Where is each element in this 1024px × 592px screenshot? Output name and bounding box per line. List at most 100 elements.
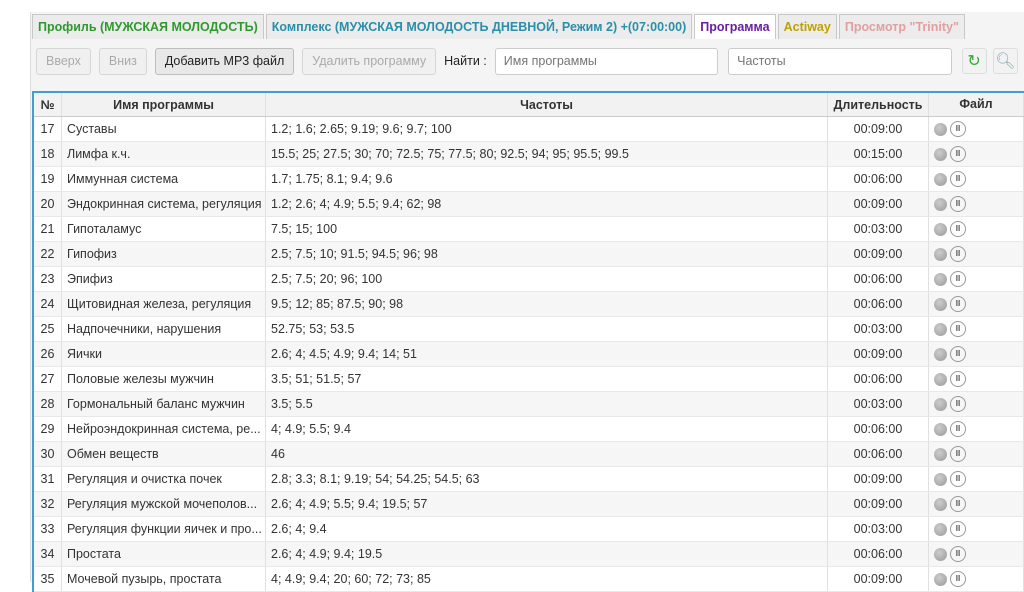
record-icon[interactable] bbox=[934, 347, 947, 361]
pause-icon[interactable]: II bbox=[950, 346, 966, 362]
delete-program-button[interactable]: Удалить программу bbox=[302, 47, 437, 75]
frequencies: 3.5; 51; 51.5; 57 bbox=[266, 367, 828, 391]
table-row[interactable]: 18 Лимфа к.ч. 15.5; 25; 27.5; 30; 70; 72… bbox=[34, 142, 1024, 167]
table-row[interactable]: 23 Эпифиз 2.5; 7.5; 20; 96; 100 00:06:00… bbox=[34, 267, 1024, 292]
program-name: Нейроэндокринная система, ре... bbox=[62, 417, 266, 441]
move-up-button[interactable]: Вверх bbox=[36, 47, 91, 75]
tab-actiway[interactable]: Actiway bbox=[777, 14, 837, 39]
table-row[interactable]: 25 Надпочечники, нарушения 52.75; 53; 53… bbox=[34, 317, 1024, 342]
table-row[interactable]: 35 Мочевой пузырь, простата 4; 4.9; 9.4;… bbox=[34, 567, 1024, 592]
table-row[interactable]: 34 Простата 2.6; 4; 4.9; 9.4; 19.5 00:06… bbox=[34, 542, 1024, 567]
tab-bar: Профиль (МУЖСКАЯ МОЛОДОСТЬ) Комплекс (МУ… bbox=[32, 14, 967, 39]
table-row[interactable]: 30 Обмен веществ 46 00:06:00 II bbox=[34, 442, 1024, 467]
column-header-number[interactable]: № bbox=[34, 93, 62, 116]
record-icon[interactable] bbox=[934, 397, 947, 411]
record-icon[interactable] bbox=[934, 497, 947, 511]
tab-program[interactable]: Программа bbox=[694, 14, 776, 39]
row-number: 19 bbox=[34, 167, 62, 191]
duration: 00:06:00 bbox=[828, 367, 929, 391]
table-row[interactable]: 20 Эндокринная система, регуляция 1.2; 2… bbox=[34, 192, 1024, 217]
column-header-frequencies[interactable]: Частоты bbox=[266, 93, 828, 116]
pause-icon[interactable]: II bbox=[950, 121, 966, 137]
pause-icon[interactable]: II bbox=[950, 171, 966, 187]
tab-complex[interactable]: Комплекс (МУЖСКАЯ МОЛОДОСТЬ ДНЕВНОЙ, Реж… bbox=[265, 14, 693, 39]
pause-icon[interactable]: II bbox=[950, 321, 966, 337]
table-row[interactable]: 17 Суставы 1.2; 1.6; 2.65; 9.19; 9.6; 9.… bbox=[34, 117, 1024, 142]
row-number: 24 bbox=[34, 292, 62, 316]
pause-icon[interactable]: II bbox=[950, 496, 966, 512]
record-icon[interactable] bbox=[934, 372, 947, 386]
record-icon[interactable] bbox=[934, 447, 947, 461]
program-name: Регуляция функции яичек и про... bbox=[62, 517, 266, 541]
pause-icon[interactable]: II bbox=[950, 446, 966, 462]
pause-icon[interactable]: II bbox=[950, 271, 966, 287]
table-row[interactable]: 29 Нейроэндокринная система, ре... 4; 4.… bbox=[34, 417, 1024, 442]
column-header-name[interactable]: Имя программы bbox=[62, 93, 266, 116]
record-icon[interactable] bbox=[934, 422, 947, 436]
pause-icon[interactable]: II bbox=[950, 521, 966, 537]
table-row[interactable]: 33 Регуляция функции яичек и про... 2.6;… bbox=[34, 517, 1024, 542]
table-row[interactable]: 24 Щитовидная железа, регуляция 9.5; 12;… bbox=[34, 292, 1024, 317]
duration: 00:03:00 bbox=[828, 317, 929, 341]
add-mp3-button[interactable]: Добавить MP3 файл bbox=[154, 47, 295, 75]
record-icon[interactable] bbox=[934, 322, 947, 336]
tab-trinity[interactable]: Просмотр "Trinity" bbox=[838, 14, 965, 39]
search-icon[interactable]: 🔍︎ bbox=[992, 48, 1018, 74]
frequencies: 4; 4.9; 9.4; 20; 60; 72; 73; 85 bbox=[266, 567, 828, 591]
record-icon[interactable] bbox=[934, 472, 947, 486]
record-icon[interactable] bbox=[934, 222, 947, 236]
table-row[interactable]: 26 Яички 2.6; 4; 4.5; 4.9; 9.4; 14; 51 0… bbox=[34, 342, 1024, 367]
table-row[interactable]: 31 Регуляция и очистка почек 2.8; 3.3; 8… bbox=[34, 467, 1024, 492]
table-row[interactable]: 19 Иммунная система 1.7; 1.75; 8.1; 9.4;… bbox=[34, 167, 1024, 192]
duration: 00:03:00 bbox=[828, 217, 929, 241]
pause-icon[interactable]: II bbox=[950, 396, 966, 412]
record-icon[interactable] bbox=[934, 172, 947, 186]
table-row[interactable]: 28 Гормональный баланс мужчин 3.5; 5.5 0… bbox=[34, 392, 1024, 417]
frequencies: 2.6; 4; 4.5; 4.9; 9.4; 14; 51 bbox=[266, 342, 828, 366]
pause-icon[interactable]: II bbox=[950, 471, 966, 487]
record-icon[interactable] bbox=[934, 297, 947, 311]
row-number: 29 bbox=[34, 417, 62, 441]
record-icon[interactable] bbox=[934, 547, 947, 561]
pause-icon[interactable]: II bbox=[950, 221, 966, 237]
record-icon[interactable] bbox=[934, 272, 947, 286]
record-icon[interactable] bbox=[934, 522, 947, 536]
program-name: Регуляция и очистка почек bbox=[62, 467, 266, 491]
record-icon[interactable] bbox=[934, 247, 947, 261]
move-down-button[interactable]: Вниз bbox=[98, 47, 147, 75]
record-icon[interactable] bbox=[934, 122, 947, 136]
frequencies: 15.5; 25; 27.5; 30; 70; 72.5; 75; 77.5; … bbox=[266, 142, 828, 166]
pause-icon[interactable]: II bbox=[950, 296, 966, 312]
pause-icon[interactable]: II bbox=[950, 146, 966, 162]
record-icon[interactable] bbox=[934, 147, 947, 161]
pause-icon[interactable]: II bbox=[950, 421, 966, 437]
program-name: Лимфа к.ч. bbox=[62, 142, 266, 166]
duration: 00:09:00 bbox=[828, 342, 929, 366]
duration: 00:09:00 bbox=[828, 492, 929, 516]
table-row[interactable]: 32 Регуляция мужской мочеполов... 2.6; 4… bbox=[34, 492, 1024, 517]
table-row[interactable]: 27 Половые железы мужчин 3.5; 51; 51.5; … bbox=[34, 367, 1024, 392]
pause-icon[interactable]: II bbox=[950, 546, 966, 562]
record-icon[interactable] bbox=[934, 572, 947, 586]
table-row[interactable]: 21 Гипоталамус 7.5; 15; 100 00:03:00 II bbox=[34, 217, 1024, 242]
row-number: 25 bbox=[34, 317, 62, 341]
frequencies: 2.5; 7.5; 20; 96; 100 bbox=[266, 267, 828, 291]
duration: 00:09:00 bbox=[828, 467, 929, 491]
column-header-duration[interactable]: Длительность bbox=[828, 93, 929, 116]
program-name: Суставы bbox=[62, 117, 266, 141]
tab-profile[interactable]: Профиль (МУЖСКАЯ МОЛОДОСТЬ) bbox=[32, 14, 264, 39]
table-row[interactable]: 22 Гипофиз 2.5; 7.5; 10; 91.5; 94.5; 96;… bbox=[34, 242, 1024, 267]
refresh-icon[interactable]: ↻ bbox=[961, 48, 987, 74]
frequencies: 2.6; 4; 4.9; 9.4; 19.5 bbox=[266, 542, 828, 566]
program-name-search-input[interactable] bbox=[494, 47, 719, 75]
program-name: Половые железы мужчин bbox=[62, 367, 266, 391]
pause-icon[interactable]: II bbox=[950, 371, 966, 387]
frequency-search-input[interactable] bbox=[728, 47, 952, 75]
record-icon[interactable] bbox=[934, 197, 947, 211]
pause-icon[interactable]: II bbox=[950, 571, 966, 587]
duration: 00:06:00 bbox=[828, 292, 929, 316]
frequencies: 2.6; 4; 9.4 bbox=[266, 517, 828, 541]
column-header-file[interactable]: Файл bbox=[929, 93, 1024, 116]
pause-icon[interactable]: II bbox=[950, 246, 966, 262]
pause-icon[interactable]: II bbox=[950, 196, 966, 212]
